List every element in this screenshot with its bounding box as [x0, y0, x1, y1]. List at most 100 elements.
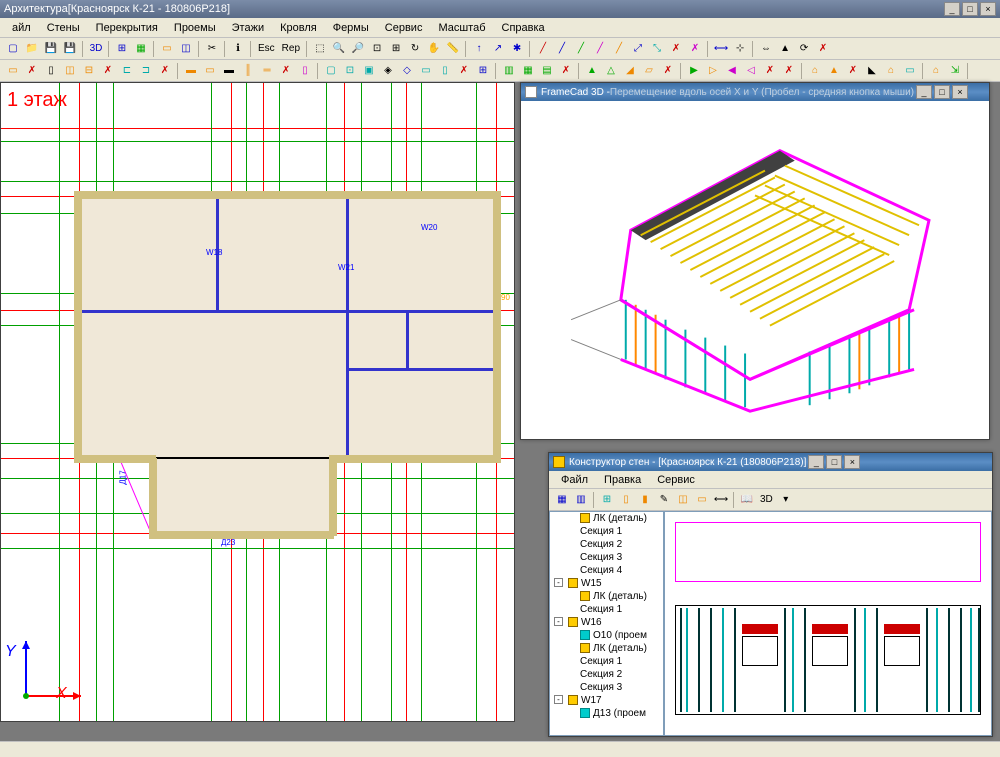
wall-menu-edit[interactable]: Правка — [596, 472, 649, 488]
wall-menu-service[interactable]: Сервис — [649, 472, 703, 488]
view3d-min-button[interactable]: _ — [916, 85, 932, 99]
floor1-icon[interactable]: ▥ — [500, 62, 518, 80]
view3d-max-button[interactable]: □ — [934, 85, 950, 99]
roof7-icon[interactable]: ◣ — [863, 62, 881, 80]
menu-trusses[interactable]: Фермы — [325, 20, 377, 36]
line4-icon[interactable]: ╱ — [591, 40, 609, 58]
floor3-icon[interactable]: ▤ — [538, 62, 556, 80]
wall-tb9-icon[interactable]: ⟷ — [712, 491, 730, 509]
wall8-icon[interactable]: ✗ — [156, 62, 174, 80]
beam3-icon[interactable]: ▬ — [220, 62, 238, 80]
line2-icon[interactable]: ╱ — [553, 40, 571, 58]
wall-tb1-icon[interactable]: ▦ — [553, 491, 571, 509]
open7-icon[interactable]: ▯ — [436, 62, 454, 80]
wall3-icon[interactable]: ◫ — [61, 62, 79, 80]
pan-icon[interactable]: ✋ — [425, 40, 443, 58]
mirror-icon[interactable]: ▲ — [776, 40, 794, 58]
menu-floors[interactable]: Перекрытия — [88, 20, 166, 36]
tree-item[interactable]: Секция 4 — [550, 564, 663, 577]
cut-icon[interactable]: ✂ — [203, 40, 221, 58]
zoom-window-icon[interactable]: ⊡ — [368, 40, 386, 58]
wall4-icon[interactable]: ⊟ — [80, 62, 98, 80]
open2-icon[interactable]: ⊡ — [341, 62, 359, 80]
tree-item[interactable]: ЛК (деталь) — [550, 642, 663, 655]
roof4-icon[interactable]: ▱ — [640, 62, 658, 80]
arrow-cross-icon[interactable]: ✱ — [508, 40, 526, 58]
line5-icon[interactable]: ╱ — [610, 40, 628, 58]
snap-icon[interactable]: ⊹ — [731, 40, 749, 58]
open3-icon[interactable]: ▣ — [360, 62, 378, 80]
menu-file[interactable]: айл — [4, 20, 39, 36]
wall-tb7-icon[interactable]: ◫ — [674, 491, 692, 509]
line7-icon[interactable]: ⤡ — [648, 40, 666, 58]
del-line2-icon[interactable]: ✗ — [686, 40, 704, 58]
tree-item[interactable]: ЛК (деталь) — [550, 590, 663, 603]
roof9-icon[interactable]: ▭ — [901, 62, 919, 80]
wall1-icon[interactable]: ▭ — [4, 62, 22, 80]
arrow-left-icon[interactable]: ↗ — [489, 40, 507, 58]
wall-tb10-icon[interactable]: 📖 — [738, 491, 756, 509]
tree-item[interactable]: Секция 1 — [550, 525, 663, 538]
roof-del2-icon[interactable]: ✗ — [844, 62, 862, 80]
roof2-icon[interactable]: △ — [602, 62, 620, 80]
esc-label[interactable]: Esc — [255, 43, 278, 54]
info-icon[interactable]: ℹ — [229, 40, 247, 58]
menu-service[interactable]: Сервис — [377, 20, 431, 36]
grid-icon[interactable]: ▦ — [132, 40, 150, 58]
new-icon[interactable]: ▢ — [4, 40, 22, 58]
wall-tree[interactable]: ЛК (деталь)Секция 1Секция 2Секция 3Секци… — [549, 511, 664, 736]
roof6-icon[interactable]: ▲ — [825, 62, 843, 80]
view3d-close-button[interactable]: × — [952, 85, 968, 99]
rotate-icon[interactable]: ⟳ — [795, 40, 813, 58]
open8-icon[interactable]: ⊞ — [474, 62, 492, 80]
wall-titlebar[interactable]: Конструктор стен - [Красноярск К-21 (180… — [549, 453, 992, 471]
truss3-icon[interactable]: ◀ — [723, 62, 741, 80]
open-icon[interactable]: 📁 — [23, 40, 41, 58]
open4-icon[interactable]: ◈ — [379, 62, 397, 80]
beam4-icon[interactable]: ║ — [239, 62, 257, 80]
tree-item[interactable]: Секция 3 — [550, 551, 663, 564]
select-icon[interactable]: ⬚ — [311, 40, 329, 58]
tree-item[interactable]: Секция 2 — [550, 538, 663, 551]
tree-item[interactable]: Секция 1 — [550, 655, 663, 668]
roof5-icon[interactable]: ⌂ — [806, 62, 824, 80]
wall2-icon[interactable]: ▯ — [42, 62, 60, 80]
view3d-icon[interactable]: 3D — [87, 40, 105, 58]
tree-item[interactable]: -W16 — [550, 616, 663, 629]
wall-tb6-icon[interactable]: ✎ — [655, 491, 673, 509]
tree-item[interactable]: -W15 — [550, 577, 663, 590]
view3d-window[interactable]: FrameCad 3D - Перемещение вдоль осей X и… — [520, 82, 990, 440]
truss1-icon[interactable]: ▶ — [685, 62, 703, 80]
wall-tb11-icon[interactable]: ▾ — [777, 491, 795, 509]
wall-max-button[interactable]: □ — [826, 455, 842, 469]
tree-item[interactable]: Секция 1 — [550, 603, 663, 616]
zoom-in-icon[interactable]: 🔍 — [330, 40, 348, 58]
open-del-icon[interactable]: ✗ — [455, 62, 473, 80]
refresh-icon[interactable]: ↻ — [406, 40, 424, 58]
beam1-icon[interactable]: ▬ — [182, 62, 200, 80]
menu-scale[interactable]: Масштаб — [430, 20, 493, 36]
tool-b-icon[interactable]: ◫ — [177, 40, 195, 58]
menu-roof[interactable]: Кровля — [272, 20, 325, 36]
dim-icon[interactable]: ⟷ — [712, 40, 730, 58]
wall-designer-window[interactable]: Конструктор стен - [Красноярск К-21 (180… — [548, 452, 993, 737]
beam-del-icon[interactable]: ✗ — [277, 62, 295, 80]
tool-a-icon[interactable]: ▭ — [158, 40, 176, 58]
truss-del2-icon[interactable]: ✗ — [780, 62, 798, 80]
menu-openings[interactable]: Проемы — [166, 20, 224, 36]
wall-menu-file[interactable]: Файл — [553, 472, 596, 488]
wall-del-icon[interactable]: ✗ — [23, 62, 41, 80]
open5-icon[interactable]: ◇ — [398, 62, 416, 80]
tree-item[interactable]: ЛК (деталь) — [550, 512, 663, 525]
truss2-icon[interactable]: ▷ — [704, 62, 722, 80]
roof3-icon[interactable]: ◢ — [621, 62, 639, 80]
menu-help[interactable]: Справка — [494, 20, 553, 36]
wall-min-button[interactable]: _ — [808, 455, 824, 469]
wall-tb5-icon[interactable]: ▮ — [636, 491, 654, 509]
del-all-icon[interactable]: ✗ — [814, 40, 832, 58]
tree-item[interactable]: О10 (проем — [550, 629, 663, 642]
view3d-canvas[interactable] — [521, 101, 989, 439]
tree-item[interactable]: -W17 — [550, 694, 663, 707]
wall7-icon[interactable]: ⊐ — [137, 62, 155, 80]
floor-del-icon[interactable]: ✗ — [557, 62, 575, 80]
